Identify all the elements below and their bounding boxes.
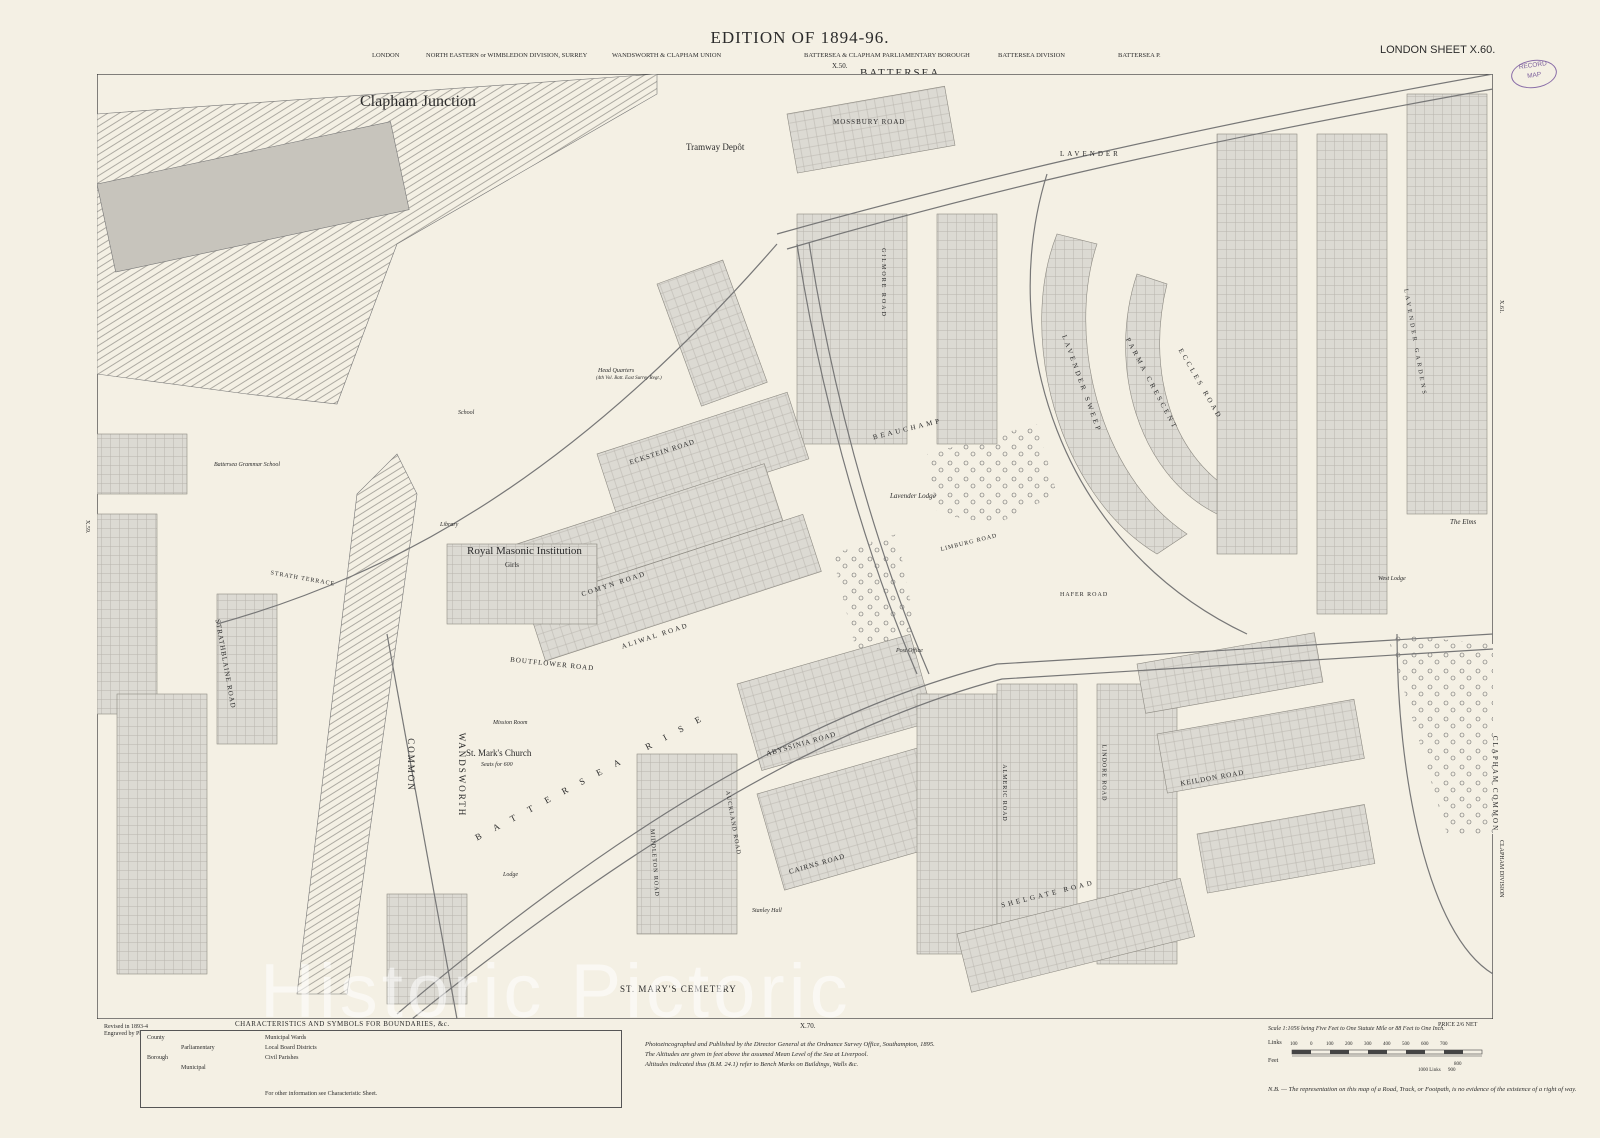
legend-borough: Borough [147,1055,168,1061]
boundary-legend: County Borough Parliamentary Municipal M… [140,1030,622,1108]
sheet-ref-top: X.50. [832,62,848,70]
legend-parliamentary: Parliamentary [181,1045,215,1051]
label-head-quarters-sub: (4th Vol. Batt. East Surrey Regt.) [596,376,662,381]
scale-bar: Links Feet 100 0 100 200 300 400 500 600… [1268,1036,1488,1076]
label-almeric-road: ALMERIC ROAD [1000,764,1007,822]
scale-tick: 0 [1310,1042,1313,1047]
scale-tick: 100 [1290,1042,1298,1047]
label-lindore-road: LINDORE ROAD [1100,744,1107,802]
price: PRICE 2/6 NET [1438,1022,1478,1028]
legend-other-info: For other information see Characteristic… [265,1091,378,1097]
label-stanley-hall: Stanley Hall [752,908,782,914]
label-lavender: LAVENDER [1060,150,1121,158]
publication-notes: Photozincographed and Published by the D… [645,1040,1245,1070]
scale-tick: 800 [1454,1062,1462,1067]
boundary-label: NORTH EASTERN or WIMBLEDON DIVISION, SUR… [426,52,588,59]
boundary-label: BATTERSEA DIVISION [998,52,1065,59]
label-tramway-depot: Tramway Depôt [686,142,745,152]
sheet-ref-south: X.70. [800,1022,816,1030]
sheet-ref-west: X.59. [84,520,90,534]
sheet-number: LONDON SHEET X.60. [1380,44,1496,56]
edition-title: EDITION OF 1894-96. [710,28,890,47]
scale-tick: 700 [1440,1042,1448,1047]
label-lavender-lodge: Lavender Lodge [890,492,936,500]
legend-municipal: Municipal [181,1065,206,1071]
label-hafer-road: HAFER ROAD [1060,592,1109,598]
note-bench-marks: Altitudes indicated thus (B.M. 24.1) ref… [645,1061,859,1068]
map-sheet: EDITION OF 1894-96. LONDON NORTH EASTERN… [0,0,1600,1138]
label-mission-room: Mission Room [493,720,528,726]
scale-tick: 200 [1345,1042,1353,1047]
label-library: Library [440,522,459,528]
boundary-label: BATTERSEA P. [1118,52,1161,59]
label-girls: Girls [505,561,519,569]
label-the-elms: The Elms [1450,518,1477,526]
label-clapham-junction: Clapham Junction [360,93,476,110]
legend-wards: Municipal Wards [265,1035,307,1041]
label-st-marks-seats: Seats for 600 [481,762,513,768]
label-grammar-school: Battersea Grammar School [214,462,280,468]
map-frame [97,74,1493,1019]
scale-tick: 1000 Links [1418,1068,1441,1073]
note-published: Photozincographed and Published by the D… [645,1041,935,1048]
label-st-marks-church: St. Mark's Church [466,748,532,758]
legend-title: CHARACTERISTICS AND SYMBOLS FOR BOUNDARI… [235,1020,450,1028]
scale-tick: 300 [1364,1042,1372,1047]
scale-tick: 100 [1326,1042,1334,1047]
scale-tick: 600 [1421,1042,1429,1047]
clapham-division-label: CLAPHAM DIVISION [1498,840,1504,898]
note-altitudes: The Altitudes are given in feet above th… [645,1051,869,1058]
label-gilmore-road: GILMORE ROAD [879,248,886,318]
label-west-lodge: West Lodge [1378,576,1406,582]
legend-local-board: Local Board Districts [265,1045,317,1051]
label-royal-masonic: Royal Masonic Institution [467,545,582,557]
label-wandsworth: WANDSWORTH [457,732,468,818]
label-lodge: Lodge [503,872,518,878]
sheet-ref-east: X.61. [1498,300,1504,314]
label-common: COMMON [405,738,416,792]
scale-tick: 400 [1383,1042,1391,1047]
boundary-label: LONDON [372,52,400,59]
label-clapham-common: CLAPHAM COMMON [1491,735,1500,833]
right-of-way-note: N.B. — The representation on this map of… [1268,1086,1577,1093]
legend-county: County [147,1035,165,1041]
label-post-office: Post Office [896,648,923,654]
boundary-label: BATTERSEA & CLAPHAM PARLIAMENTARY BOROUG… [804,52,970,59]
legend-civil-parishes: Civil Parishes [265,1055,299,1061]
scale-tick: 900 [1448,1068,1456,1073]
label-mossbury-road: MOSSBURY ROAD [833,118,906,126]
top-boundary-row: LONDON NORTH EASTERN or WIMBLEDON DIVISI… [0,52,1600,66]
label-school: School [458,410,475,416]
scale-title: Scale 1:1056 being Five Feet to One Stat… [1268,1026,1445,1032]
scale-tick: 500 [1402,1042,1410,1047]
boundary-label: WANDSWORTH & CLAPHAM UNION [612,52,722,59]
label-st-marys-cemetery: ST. MARY'S CEMETERY [620,984,737,994]
label-head-quarters: Head Quarters [598,368,635,374]
